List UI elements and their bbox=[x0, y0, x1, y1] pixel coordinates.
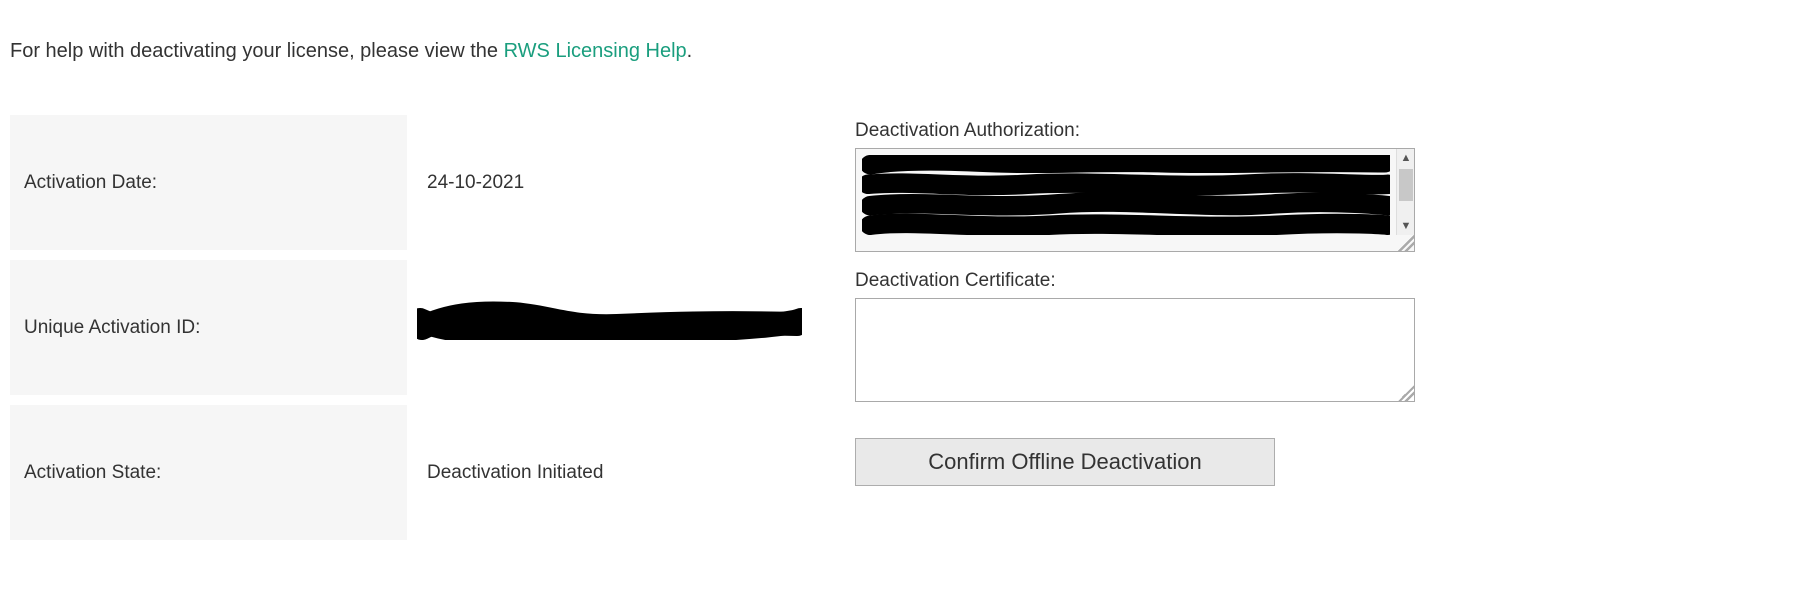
help-suffix: . bbox=[687, 40, 693, 62]
label-activation-state: Activation State: bbox=[10, 405, 407, 540]
scroll-down-icon[interactable]: ▼ bbox=[1397, 217, 1415, 235]
row-activation-state: Activation State: Deactivation Initiated bbox=[10, 405, 805, 540]
label-deactivation-authorization: Deactivation Authorization: bbox=[855, 120, 1415, 142]
value-activation-date: 24-10-2021 bbox=[407, 115, 805, 250]
resize-grip-icon[interactable] bbox=[1398, 385, 1414, 401]
help-text: For help with deactivating your license,… bbox=[10, 40, 692, 63]
label-unique-activation-id: Unique Activation ID: bbox=[10, 260, 407, 395]
label-deactivation-certificate: Deactivation Certificate: bbox=[855, 270, 1415, 292]
deactivation-authorization-textarea[interactable]: ▲ ▼ bbox=[855, 148, 1415, 252]
label-activation-date: Activation Date: bbox=[10, 115, 407, 250]
rws-licensing-help-link[interactable]: RWS Licensing Help bbox=[504, 40, 687, 62]
row-unique-activation-id: Unique Activation ID: bbox=[10, 260, 805, 395]
redacted-authorization-content bbox=[862, 155, 1390, 235]
resize-grip-icon[interactable] bbox=[1398, 235, 1414, 251]
right-column: Deactivation Authorization: ▲ ▼ Deactiva… bbox=[855, 120, 1415, 486]
help-prefix: For help with deactivating your license,… bbox=[10, 40, 504, 62]
row-activation-date: Activation Date: 24-10-2021 bbox=[10, 115, 805, 250]
deactivation-certificate-textarea[interactable] bbox=[855, 298, 1415, 402]
value-activation-state: Deactivation Initiated bbox=[407, 405, 805, 540]
scrollbar[interactable]: ▲ ▼ bbox=[1396, 149, 1414, 235]
confirm-offline-deactivation-button[interactable]: Confirm Offline Deactivation bbox=[855, 438, 1275, 486]
scroll-thumb[interactable] bbox=[1399, 169, 1413, 201]
scroll-up-icon[interactable]: ▲ bbox=[1397, 149, 1415, 167]
value-unique-activation-id bbox=[407, 260, 805, 395]
details-table: Activation Date: 24-10-2021 Unique Activ… bbox=[10, 115, 805, 540]
redacted-unique-activation-id bbox=[417, 300, 802, 340]
